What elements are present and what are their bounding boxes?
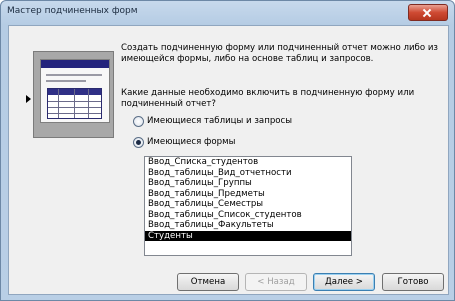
window-title: Мастер подчиненных форм	[7, 6, 138, 16]
illustration-field	[46, 80, 86, 82]
list-item[interactable]: Ввод_таблицы_Предметы	[145, 189, 351, 200]
list-item[interactable]: Ввод_Списка_студентов	[145, 157, 351, 168]
existing-forms-radio[interactable]	[133, 137, 144, 148]
subform-illustration	[33, 51, 114, 138]
illustration-field	[46, 74, 102, 76]
forms-listbox[interactable]: Ввод_Списка_студентов Ввод_таблицы_Вид_о…	[144, 156, 352, 256]
record-selector-arrow-icon	[26, 95, 31, 103]
back-button[interactable]: < Назад	[245, 273, 307, 291]
existing-forms-label[interactable]: Имеющиеся формы	[147, 137, 235, 148]
illustration-form	[40, 59, 110, 123]
list-item[interactable]: Ввод_таблицы_Вид_отчетности	[145, 168, 351, 179]
list-item[interactable]: Ввод_таблицы_Список_студентов	[145, 210, 351, 221]
next-button[interactable]: Далее >	[313, 273, 375, 291]
list-item[interactable]: Ввод_таблицы_Факультеты	[145, 220, 351, 231]
title-bar[interactable]: Мастер подчиненных форм	[1, 1, 454, 25]
subform-wizard-window: Мастер подчиненных форм Создать подчинен…	[0, 0, 455, 301]
tables-queries-radio[interactable]	[133, 116, 144, 127]
close-icon[interactable]	[408, 4, 448, 21]
cancel-button[interactable]: Отмена	[177, 273, 239, 291]
list-item[interactable]: Ввод_таблицы_Группы	[145, 178, 351, 189]
list-item-selected[interactable]: Студенты	[145, 230, 351, 241]
intro-line-2: имеющейся формы, либо на основе таблиц и…	[121, 54, 374, 64]
illustration-subform-grid	[47, 88, 102, 119]
wizard-body: Создать подчиненную форму или подчиненны…	[8, 25, 449, 295]
list-item[interactable]: Ввод_таблицы_Семестры	[145, 199, 351, 210]
question-line-2: подчиненный отчет?	[121, 99, 216, 109]
finish-button[interactable]: Готово	[382, 273, 444, 291]
tables-queries-label[interactable]: Имеющиеся таблицы и запросы	[147, 116, 292, 127]
illustration-form-header	[41, 60, 109, 68]
